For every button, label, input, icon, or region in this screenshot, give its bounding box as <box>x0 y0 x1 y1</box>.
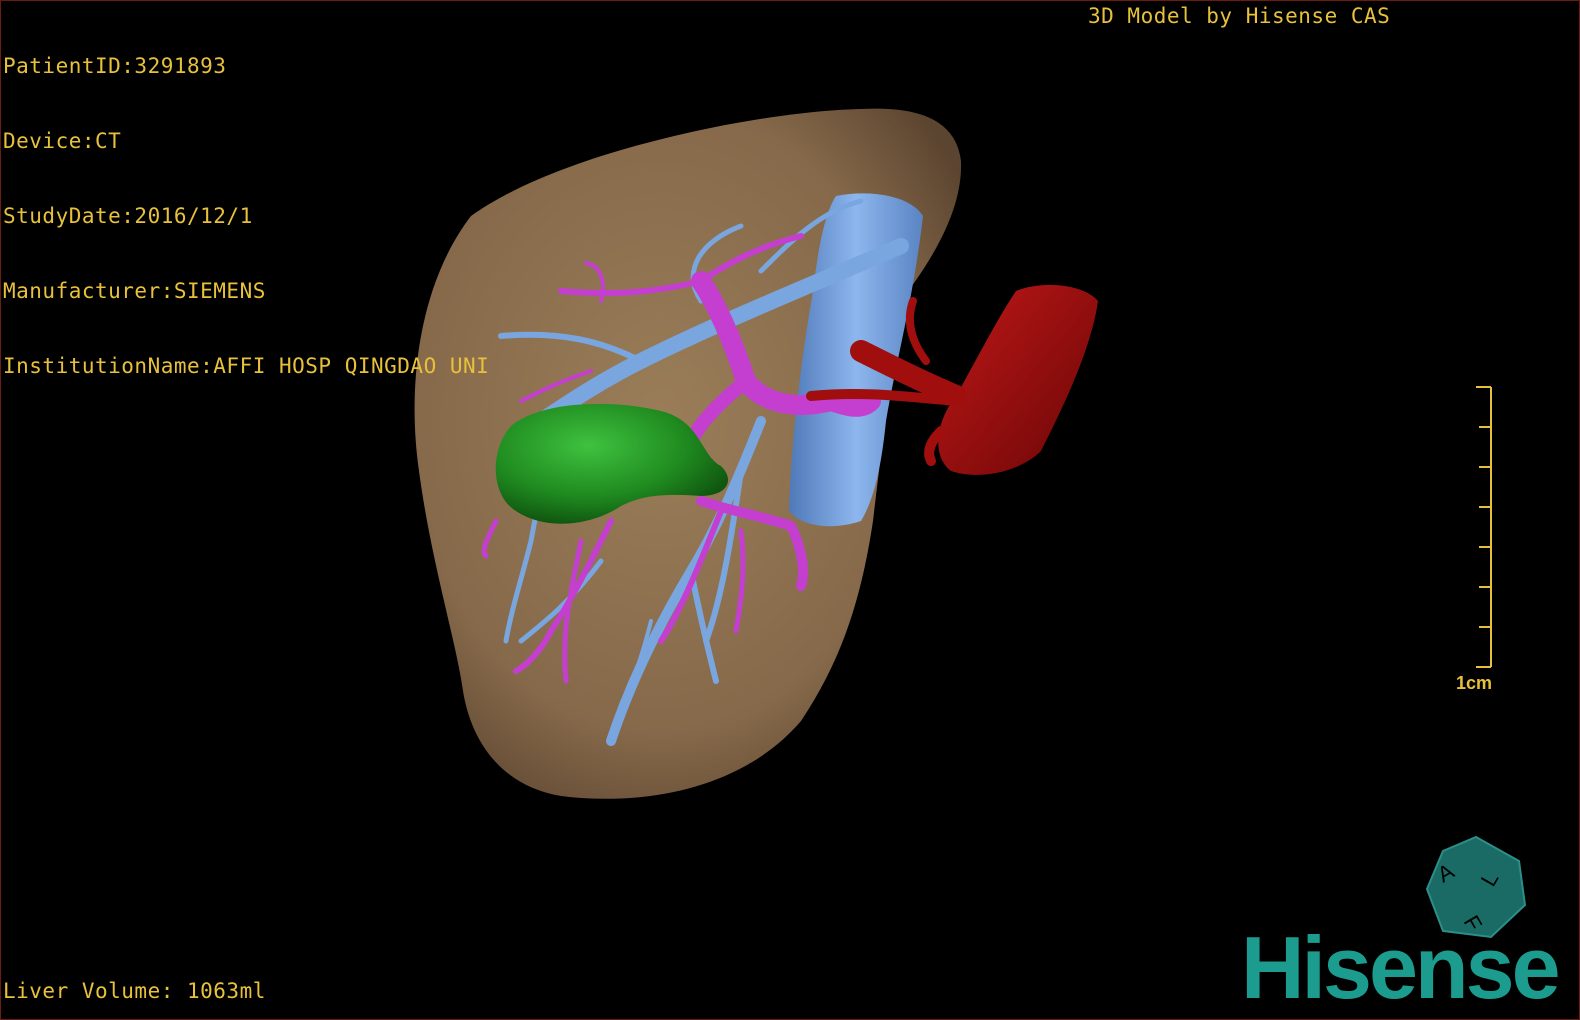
manufacturer-text: Manufacturer:SIEMENS <box>3 279 266 303</box>
study-date-text: StudyDate:2016/12/1 <box>3 204 253 228</box>
scale-label: 1cm <box>1456 673 1493 693</box>
device-text: Device:CT <box>3 129 122 153</box>
model-credit-text: 3D Model by Hisense CAS <box>1088 4 1391 28</box>
patient-info-overlay: PatientID:3291893 Device:CT StudyDate:20… <box>3 4 489 429</box>
hisense-logo: Hisense <box>1241 918 1561 1017</box>
liver-volume-text: Liver Volume: 1063ml <box>3 979 266 1003</box>
patient-id-text: PatientID:3291893 <box>3 54 227 78</box>
scale-bar <box>1476 386 1492 668</box>
institution-text: InstitutionName:AFFI HOSP QINGDAO UNI <box>3 354 490 378</box>
3d-viewport[interactable]: PatientID:3291893 Device:CT StudyDate:20… <box>0 0 1580 1020</box>
